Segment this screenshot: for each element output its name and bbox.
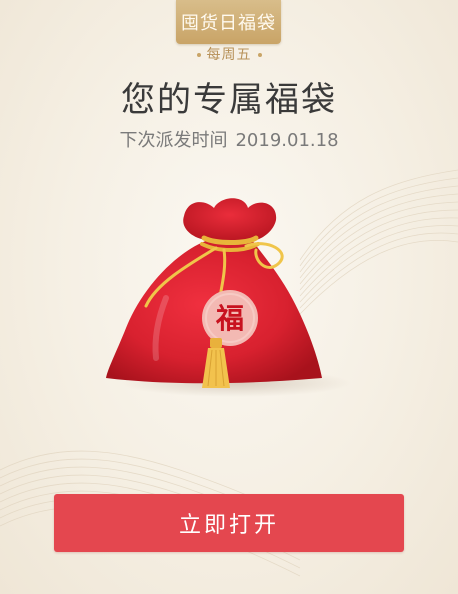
- lucky-bag-page: 囤货日福袋 每周五 您的专属福袋 下次派发时间 2019.01.18 福 立即打…: [0, 0, 458, 594]
- next-time-value: 2019.01.18: [235, 130, 339, 151]
- fu-character: 福: [215, 302, 244, 335]
- weekday-subtitle: 每周五: [0, 44, 458, 64]
- tassel-knot: [210, 338, 222, 348]
- bag-top-frill: [183, 198, 277, 240]
- weekday-label: 每周五: [206, 47, 252, 63]
- dot-left: [196, 53, 201, 57]
- dot-right: [257, 53, 262, 57]
- lucky-bag-icon: 福: [106, 198, 351, 397]
- next-dispatch-time: 下次派发时间 2019.01.18: [0, 126, 458, 152]
- next-time-label: 下次派发时间: [119, 130, 228, 151]
- promo-tab-label: 囤货日福袋: [181, 13, 276, 34]
- page-title: 您的专属福袋: [121, 80, 337, 120]
- open-now-button[interactable]: 立即打开: [54, 494, 404, 552]
- promo-tab: 囤货日福袋: [176, 0, 281, 44]
